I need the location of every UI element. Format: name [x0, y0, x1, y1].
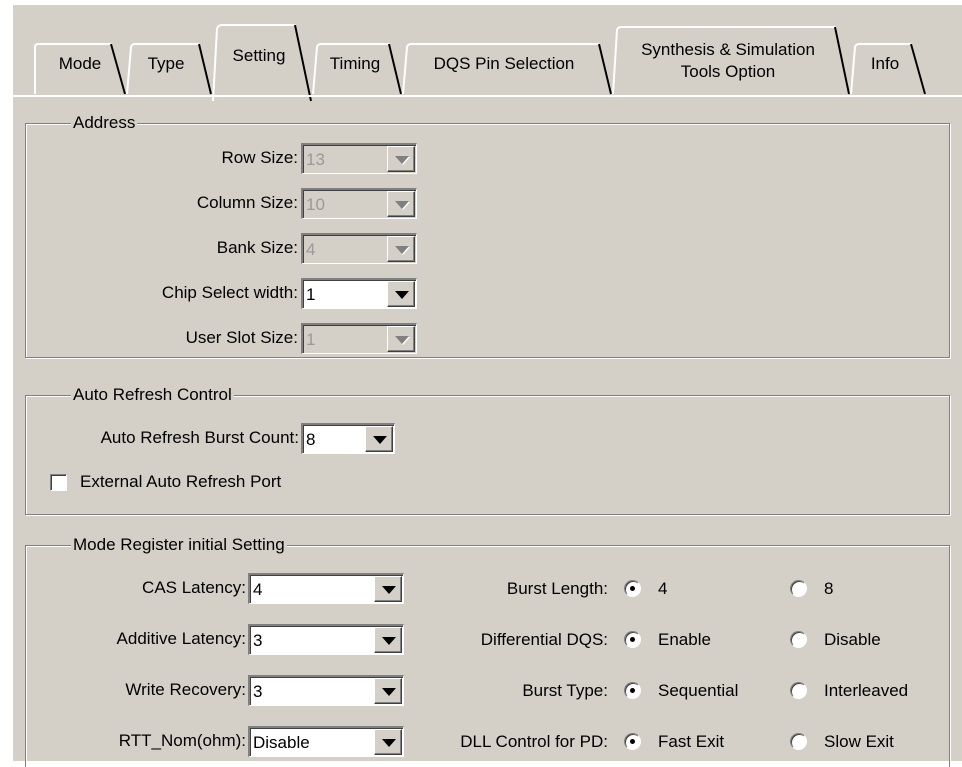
tab-timing[interactable]: Timing	[319, 53, 391, 75]
chevron-down-icon	[395, 246, 409, 254]
tab-synthesis-line1: Synthesis & Simulation	[641, 40, 815, 59]
additive-latency-label: Additive Latency:	[116, 629, 246, 648]
user-slot-size-value: 1	[306, 330, 316, 349]
chevron-down-icon	[373, 436, 387, 444]
differential-dqs-disable-label[interactable]: Disable	[824, 628, 881, 652]
user-slot-size-dropdown-button[interactable]	[387, 326, 415, 352]
auto-refresh-burst-count-dropdown-button[interactable]	[365, 426, 393, 452]
dll-control-label: DLL Control for PD:	[460, 732, 608, 751]
chip-select-width-label: Chip Select width:	[161, 283, 298, 302]
radio-selected-dot	[630, 688, 635, 693]
tab-strip: Mode Type Setting Timing DQS Pin Selecti…	[13, 5, 962, 102]
burst-length-label: Burst Length:	[506, 579, 608, 598]
cas-latency-label: CAS Latency:	[142, 578, 246, 597]
column-size-select[interactable]: 10	[301, 188, 417, 219]
dll-control-slow-exit-radio[interactable]	[790, 733, 807, 750]
radio-selected-dot	[630, 637, 635, 642]
auto-refresh-group-title: Auto Refresh Control	[71, 384, 234, 406]
differential-dqs-label: Differential DQS:	[480, 630, 608, 649]
additive-latency-select[interactable]: 3	[248, 624, 404, 655]
tab-dqs-pin-selection[interactable]: DQS Pin Selection	[409, 53, 599, 75]
column-size-dropdown-button[interactable]	[387, 191, 415, 217]
dll-control-slow-exit-label[interactable]: Slow Exit	[824, 730, 894, 754]
row-size-dropdown-button[interactable]	[387, 146, 415, 172]
mode-register-group-title: Mode Register initial Setting	[71, 534, 287, 556]
rtt-nom-select[interactable]: Disable	[248, 726, 404, 757]
chevron-down-icon	[395, 336, 409, 344]
mode-register-group: Mode Register initial Setting CAS Latenc…	[25, 534, 950, 767]
address-group-title: Address	[71, 112, 138, 134]
cas-latency-dropdown-button[interactable]	[374, 576, 402, 602]
row-size-label: Row Size:	[221, 148, 298, 167]
tab-synthesis-simulation[interactable]: Synthesis & Simulation Tools Option	[617, 39, 839, 83]
bank-size-label: Bank Size:	[216, 238, 298, 257]
bank-size-value: 4	[306, 240, 316, 259]
external-auto-refresh-port-checkbox[interactable]	[50, 474, 67, 491]
column-size-value: 10	[306, 195, 325, 214]
differential-dqs-enable-radio[interactable]	[624, 631, 641, 648]
write-recovery-label: Write Recovery:	[125, 680, 246, 699]
differential-dqs-disable-radio[interactable]	[790, 631, 807, 648]
additive-latency-dropdown-button[interactable]	[374, 627, 402, 653]
tab-type[interactable]: Type	[133, 53, 199, 75]
address-group: Address Row Size: 13 Column Size: 10 Ban…	[25, 112, 950, 358]
radio-selected-dot	[630, 586, 635, 591]
burst-length-8-radio[interactable]	[790, 580, 807, 597]
rtt-nom-label: RTT_Nom(ohm):	[118, 731, 246, 750]
burst-length-4-label[interactable]: 4	[658, 577, 667, 601]
write-recovery-value: 3	[253, 682, 263, 701]
dll-control-fast-exit-radio[interactable]	[624, 733, 641, 750]
user-slot-size-label: User Slot Size:	[185, 328, 298, 347]
chevron-down-icon	[395, 156, 409, 164]
tab-synthesis-line2: Tools Option	[680, 62, 776, 81]
tab-mode[interactable]: Mode	[45, 53, 115, 75]
burst-type-sequential-label[interactable]: Sequential	[658, 679, 738, 703]
user-slot-size-select[interactable]: 1	[301, 323, 417, 354]
differential-dqs-enable-label[interactable]: Enable	[658, 628, 711, 652]
auto-refresh-burst-count-value: 8	[306, 430, 316, 449]
burst-length-4-radio[interactable]	[624, 580, 641, 597]
rtt-nom-dropdown-button[interactable]	[374, 729, 402, 755]
write-recovery-select[interactable]: 3	[248, 675, 404, 706]
auto-refresh-group: Auto Refresh Control Auto Refresh Burst …	[25, 384, 950, 515]
chevron-down-icon	[395, 291, 409, 299]
mig-settings-dialog: Mode Type Setting Timing DQS Pin Selecti…	[13, 5, 962, 767]
tab-pane-edge	[13, 95, 962, 98]
rtt-nom-value: Disable	[253, 733, 310, 752]
external-auto-refresh-port-label[interactable]: External Auto Refresh Port	[80, 470, 281, 494]
auto-refresh-burst-count-label: Auto Refresh Burst Count:	[100, 428, 299, 447]
chevron-down-icon	[382, 688, 396, 696]
row-size-value: 13	[306, 150, 325, 169]
burst-type-interleaved-radio[interactable]	[790, 682, 807, 699]
write-recovery-dropdown-button[interactable]	[374, 678, 402, 704]
chevron-down-icon	[382, 739, 396, 747]
bank-size-dropdown-button[interactable]	[387, 236, 415, 262]
column-size-label: Column Size:	[196, 193, 298, 212]
burst-type-label: Burst Type:	[522, 681, 608, 700]
burst-type-interleaved-label[interactable]: Interleaved	[824, 679, 908, 703]
tab-info[interactable]: Info	[857, 53, 913, 75]
auto-refresh-burst-count-select[interactable]: 8	[301, 423, 395, 454]
tab-setting[interactable]: Setting	[219, 45, 299, 67]
row-size-select[interactable]: 13	[301, 143, 417, 174]
additive-latency-value: 3	[253, 631, 263, 650]
burst-type-sequential-radio[interactable]	[624, 682, 641, 699]
chip-select-width-dropdown-button[interactable]	[387, 281, 415, 307]
cas-latency-value: 4	[253, 580, 263, 599]
bank-size-select[interactable]: 4	[301, 233, 417, 264]
chevron-down-icon	[382, 637, 396, 645]
dll-control-fast-exit-label[interactable]: Fast Exit	[658, 730, 724, 754]
chevron-down-icon	[382, 586, 396, 594]
chip-select-width-value: 1	[306, 285, 316, 304]
radio-selected-dot	[630, 739, 635, 744]
chip-select-width-select[interactable]: 1	[301, 278, 417, 309]
chevron-down-icon	[395, 201, 409, 209]
burst-length-8-label[interactable]: 8	[824, 577, 833, 601]
cas-latency-select[interactable]: 4	[248, 573, 404, 604]
